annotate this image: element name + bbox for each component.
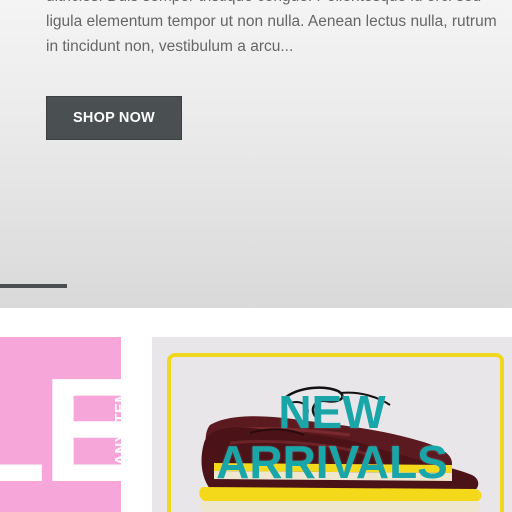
sale-side-caption: MANY ITEMS xyxy=(112,379,129,478)
hero-banner: ultricies. Duis semper tristique congue.… xyxy=(0,0,512,308)
hero-description: ultricies. Duis semper tristique congue.… xyxy=(46,0,497,55)
page: ultricies. Duis semper tristique congue.… xyxy=(0,0,512,512)
new-arrivals-promo-tile[interactable]: NEW ARRIVALS xyxy=(152,337,512,512)
shop-now-button[interactable]: SHOP NOW xyxy=(46,96,182,140)
sale-promo-tile[interactable]: LE xyxy=(0,337,121,512)
slider-progress-bar xyxy=(0,284,67,288)
new-arrivals-line2: ARRIVALS xyxy=(216,436,448,488)
new-arrivals-line1: NEW xyxy=(278,386,386,438)
sale-headline: LE xyxy=(0,348,121,512)
